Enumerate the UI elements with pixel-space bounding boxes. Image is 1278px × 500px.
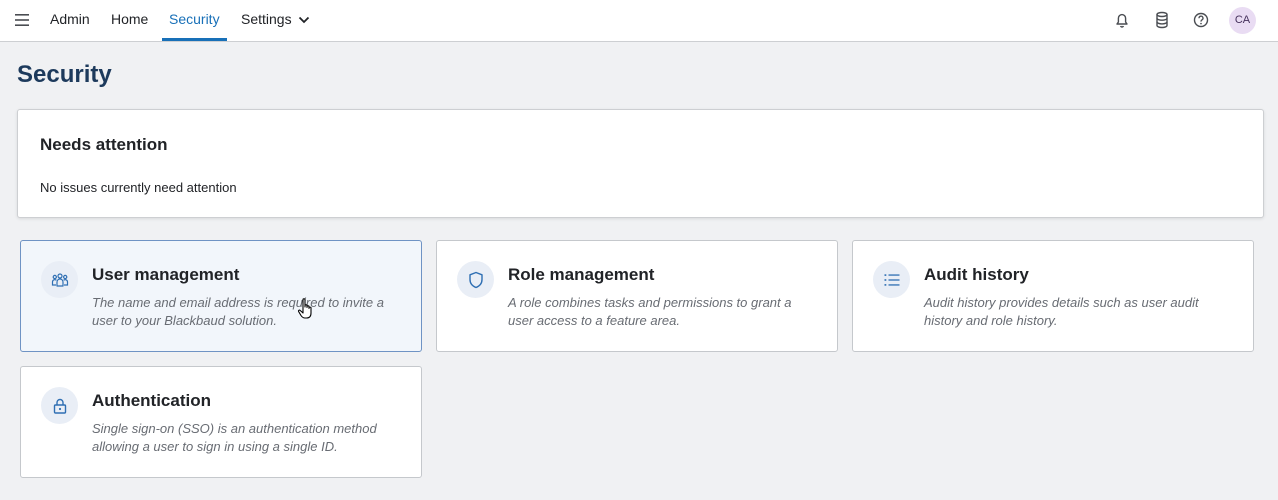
- needs-attention-heading: Needs attention: [40, 135, 168, 154]
- active-tab-indicator: [162, 38, 227, 41]
- top-navigation-bar: Admin Home Security Settings CA: [0, 0, 1278, 42]
- card-title: Authentication: [92, 391, 211, 410]
- needs-attention-message: No issues currently need attention: [40, 180, 237, 195]
- card-title: Audit history: [924, 265, 1029, 284]
- user-management-card[interactable]: User management The name and email addre…: [20, 240, 422, 352]
- shield-icon: [457, 261, 494, 298]
- nav-security[interactable]: Security: [169, 0, 220, 41]
- needs-attention-panel: Needs attention No issues currently need…: [17, 109, 1264, 218]
- role-management-card[interactable]: Role management A role combines tasks an…: [436, 240, 838, 352]
- card-title: User management: [92, 265, 240, 284]
- nav-admin[interactable]: Admin: [50, 0, 90, 41]
- card-description: A role combines tasks and permissions to…: [508, 295, 792, 328]
- user-avatar[interactable]: CA: [1229, 7, 1256, 34]
- card-title: Role management: [508, 265, 655, 284]
- lock-icon: [41, 387, 78, 424]
- nav-home[interactable]: Home: [111, 0, 148, 41]
- help-icon[interactable]: [1190, 9, 1212, 31]
- bell-icon[interactable]: [1111, 9, 1133, 31]
- card-description: Single sign-on (SSO) is an authenticatio…: [92, 421, 377, 454]
- hamburger-menu-icon[interactable]: [12, 11, 32, 29]
- card-description: The name and email address is required t…: [92, 295, 384, 328]
- users-icon: [41, 261, 78, 298]
- nav-settings[interactable]: Settings: [241, 0, 292, 41]
- database-icon[interactable]: [1151, 9, 1173, 31]
- chevron-down-icon[interactable]: [297, 13, 311, 27]
- list-icon: [873, 261, 910, 298]
- card-description: Audit history provides details such as u…: [924, 295, 1199, 328]
- page-title: Security: [17, 61, 112, 88]
- authentication-card[interactable]: Authentication Single sign-on (SSO) is a…: [20, 366, 422, 478]
- audit-history-card[interactable]: Audit history Audit history provides det…: [852, 240, 1254, 352]
